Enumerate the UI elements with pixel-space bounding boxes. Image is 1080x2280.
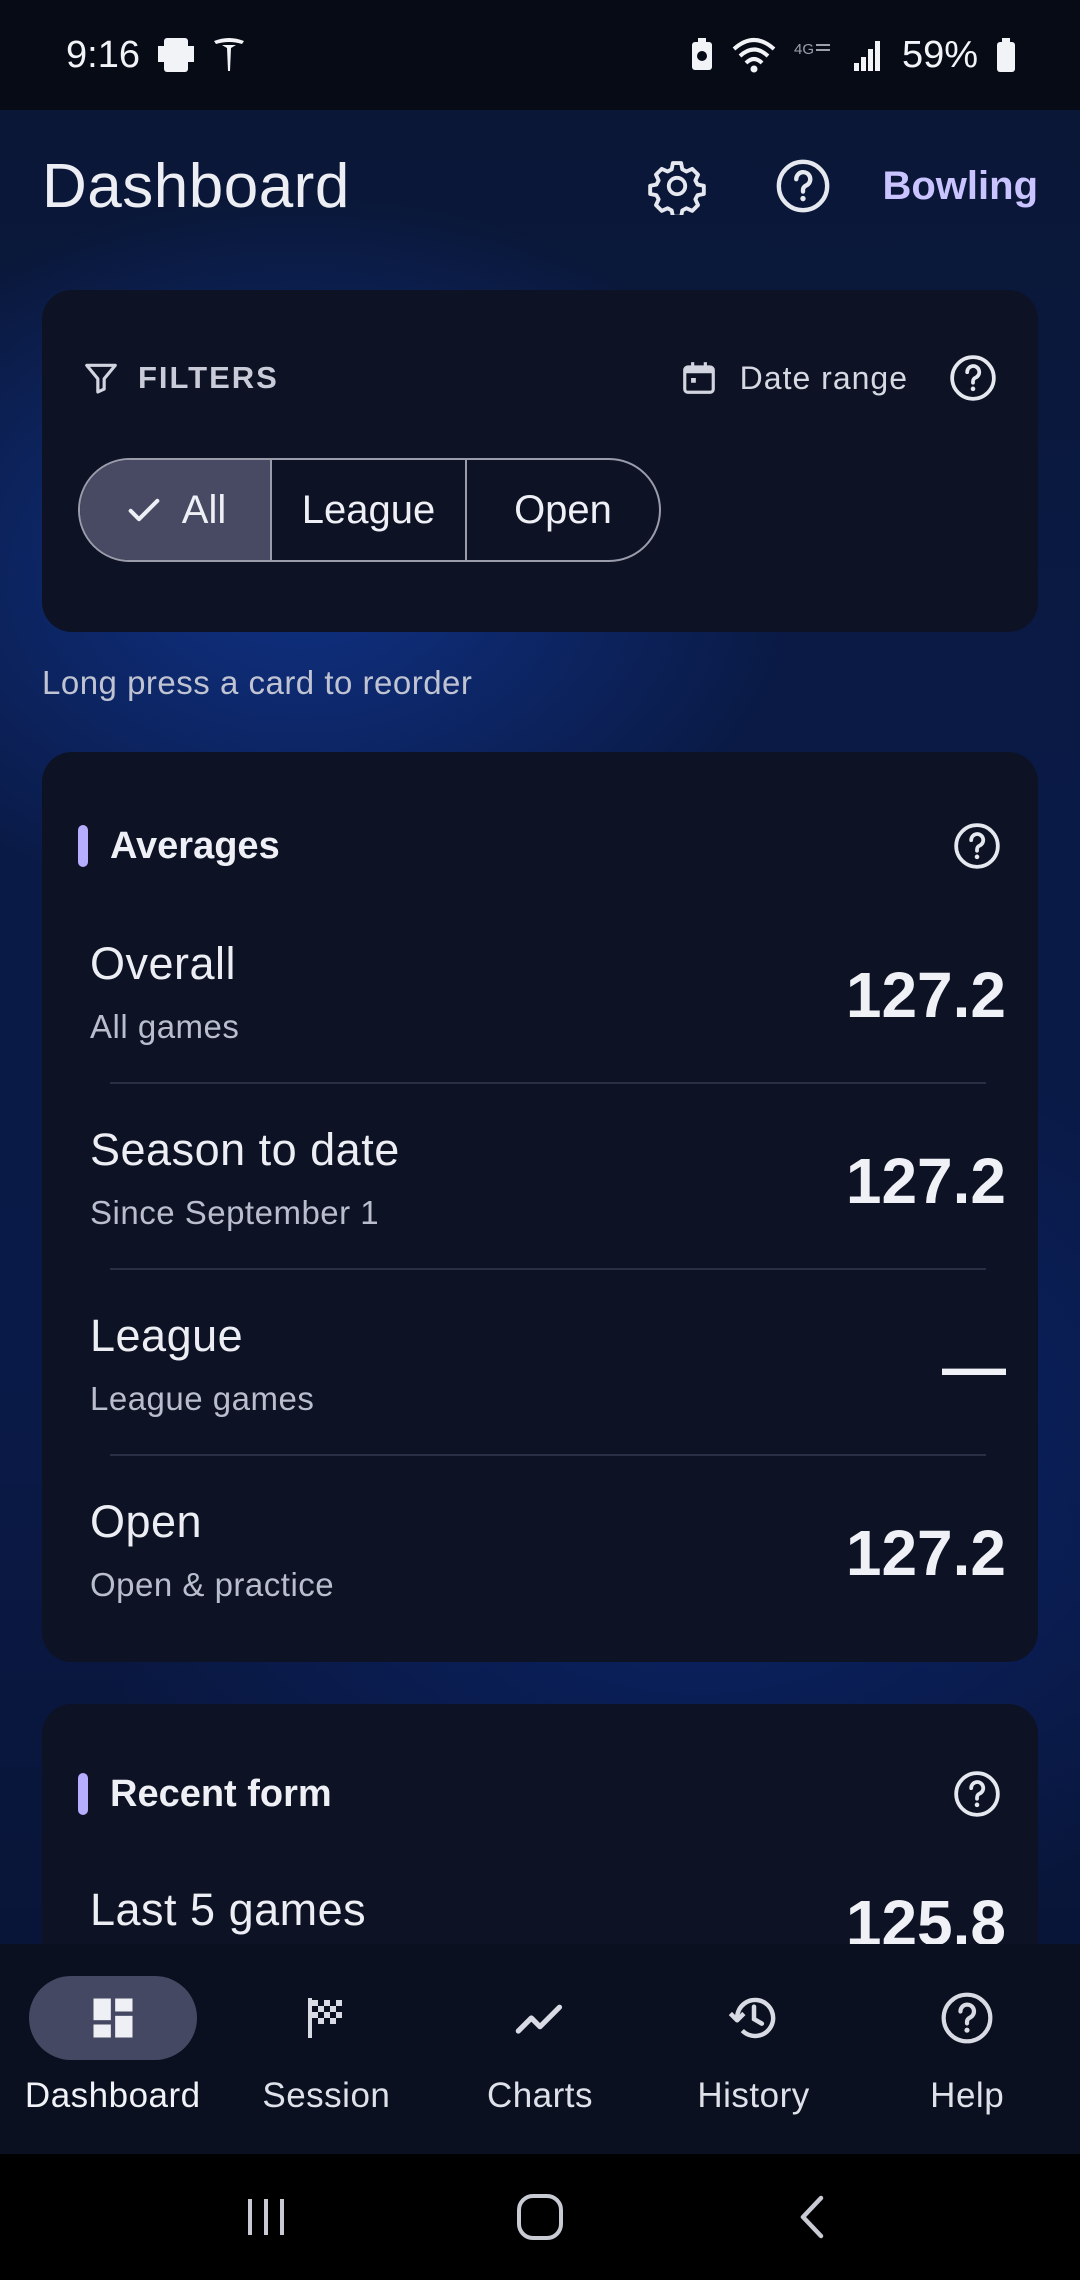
battery-icon — [996, 38, 1016, 72]
help-circle-icon — [954, 1771, 1000, 1817]
status-left: 9:16 — [66, 34, 246, 77]
stat-value: 127.2 — [845, 1145, 1006, 1217]
filters-help-button[interactable] — [948, 353, 998, 403]
recent-form-card[interactable]: Recent form Last 5 games 125.8 — [42, 1704, 1038, 1964]
battery-percent: 59% — [901, 33, 978, 76]
calendar-icon — [682, 362, 715, 394]
date-range-button[interactable]: Date range — [680, 359, 908, 397]
tesla-icon — [212, 37, 246, 73]
game-type-segmented-control: All League Open — [78, 458, 661, 562]
divider — [110, 1454, 986, 1456]
back-chevron-icon — [801, 2195, 824, 2239]
help-circle-icon — [777, 159, 830, 213]
accent-bar — [78, 825, 88, 867]
recent-apps-icon — [247, 2199, 284, 2235]
stat-row-league: League League games — — [90, 1310, 1006, 1440]
nav-icon-wrap — [670, 1976, 838, 2060]
nav-history[interactable]: History — [650, 1944, 858, 2154]
segment-league[interactable]: League — [272, 460, 467, 560]
segment-all-label: All — [181, 487, 227, 532]
nav-label: Dashboard — [24, 2076, 201, 2115]
settings-button[interactable] — [632, 141, 722, 231]
history-icon — [728, 1997, 775, 2039]
divider — [110, 1082, 986, 1084]
checkered-flag-icon — [308, 1998, 343, 2038]
divider — [110, 1268, 986, 1270]
nav-label: Help — [930, 2076, 1005, 2115]
dashboard-icon — [93, 1998, 133, 2038]
stat-label: Overall — [90, 938, 237, 989]
brand-label[interactable]: Bowling — [882, 164, 1038, 209]
bottom-navigation: Dashboard Session Charts History Help — [0, 1944, 1080, 2154]
nav-indicator — [28, 1976, 197, 2060]
averages-help-button[interactable] — [952, 821, 1002, 871]
network-4g-icon: 4G — [794, 40, 834, 70]
home-button[interactable] — [490, 2177, 590, 2257]
wifi-icon — [732, 37, 776, 73]
averages-title: Averages — [110, 824, 280, 867]
help-circle-icon — [950, 355, 996, 401]
filters-card: FILTERS Date range All League Open — [42, 290, 1038, 632]
screen: 9:16 4G 59% Dashboard Bowling FILTERS Da… — [0, 0, 1080, 2280]
recent-apps-button[interactable] — [217, 2177, 317, 2257]
top-app-bar: Dashboard Bowling — [0, 110, 1080, 262]
recent-form-title: Recent form — [110, 1772, 332, 1815]
nav-label: Charts — [486, 2076, 594, 2115]
back-button[interactable] — [763, 2177, 863, 2257]
averages-card[interactable]: Averages Overall All games 127.2 Season … — [42, 752, 1038, 1662]
nav-icon-wrap — [456, 1976, 624, 2060]
trend-line-icon — [515, 2004, 563, 2034]
nav-icon-wrap — [242, 1976, 410, 2060]
segment-open[interactable]: Open — [467, 460, 659, 560]
nav-charts[interactable]: Charts — [436, 1944, 644, 2154]
status-bar: 9:16 4G 59% — [0, 0, 1080, 110]
accent-bar — [78, 1773, 88, 1815]
gear-icon — [648, 161, 707, 215]
segment-league-label: League — [301, 487, 436, 532]
stat-sublabel: Open & practice — [90, 1566, 335, 1603]
stat-sublabel: All games — [90, 1008, 240, 1045]
page-title: Dashboard — [42, 151, 350, 221]
nav-label: Session — [262, 2076, 391, 2115]
nav-icon-wrap — [883, 1976, 1051, 2060]
date-range-label: Date range — [739, 359, 908, 396]
stat-label: Season to date — [90, 1124, 400, 1175]
stat-row-open: Open Open & practice 127.2 — [90, 1496, 1006, 1626]
filters-header: FILTERS Date range — [82, 348, 998, 408]
stat-row-season: Season to date Since September 1 127.2 — [90, 1124, 1006, 1254]
nav-label: History — [697, 2076, 810, 2115]
nav-help[interactable]: Help — [863, 1944, 1071, 2154]
phone-notification-icon — [157, 36, 194, 74]
segment-all[interactable]: All — [80, 460, 272, 560]
battery-saver-icon — [690, 38, 714, 72]
stat-sublabel: League games — [90, 1380, 315, 1417]
signal-icon — [852, 39, 884, 71]
stat-row-overall: Overall All games 127.2 — [90, 938, 1006, 1068]
recent-form-help-button[interactable] — [952, 1769, 1002, 1819]
status-time: 9:16 — [66, 33, 140, 76]
help-circle-icon — [954, 823, 1000, 869]
status-right: 4G 59% — [690, 34, 1016, 77]
nav-dashboard[interactable]: Dashboard — [9, 1944, 217, 2154]
help-button[interactable] — [758, 141, 848, 231]
recent-form-header: Recent form — [78, 1764, 1002, 1824]
reorder-hint: Long press a card to reorder — [42, 664, 473, 701]
stat-value: 127.2 — [845, 1517, 1006, 1589]
filters-label: FILTERS — [138, 360, 279, 395]
stat-label: Last 5 games — [90, 1884, 367, 1935]
home-icon — [516, 2194, 563, 2240]
nav-session[interactable]: Session — [222, 1944, 430, 2154]
averages-header: Averages — [78, 816, 1002, 876]
stat-sublabel: Since September 1 — [90, 1194, 380, 1231]
svg-text:4G: 4G — [794, 41, 814, 58]
stat-label: League — [90, 1310, 244, 1361]
check-icon — [128, 498, 160, 522]
stat-label: Open — [90, 1496, 203, 1547]
system-navigation-bar — [0, 2154, 1080, 2280]
stat-value: 127.2 — [845, 959, 1006, 1031]
help-icon — [941, 1992, 993, 2044]
segment-open-label: Open — [514, 487, 612, 532]
filter-icon — [85, 363, 117, 394]
stat-value: — — [942, 1331, 1006, 1403]
